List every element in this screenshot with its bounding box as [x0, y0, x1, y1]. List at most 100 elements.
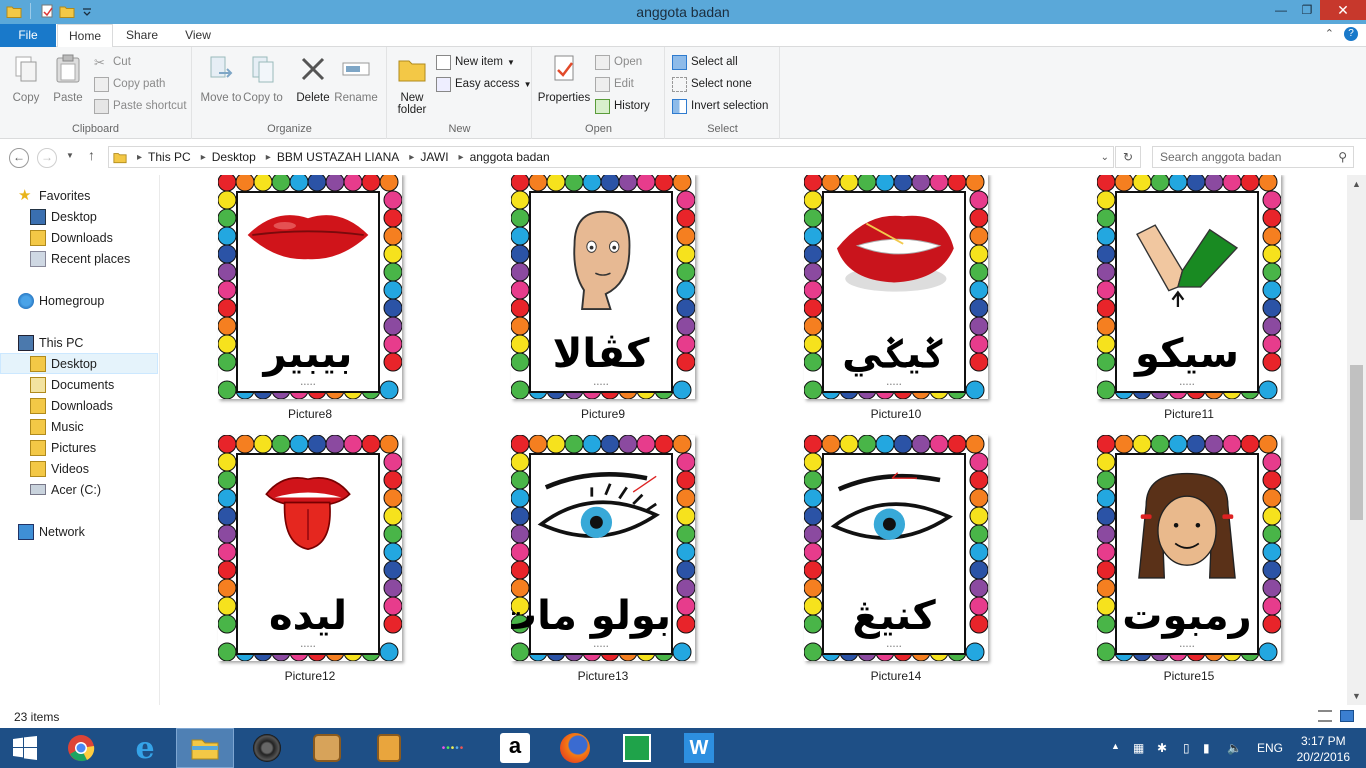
- file-tile[interactable]: ݢيݢي • • • • • Picture10: [796, 175, 996, 421]
- taskbar-firefox[interactable]: [546, 728, 604, 768]
- cut-button[interactable]: ✂ Cut: [94, 52, 131, 72]
- tab-share[interactable]: Share: [116, 24, 168, 47]
- details-view-icon[interactable]: [1318, 710, 1332, 722]
- nav-this-pc[interactable]: This PC: [18, 332, 176, 353]
- refresh-button[interactable]: ↻: [1115, 146, 1141, 168]
- nav-label: Music: [51, 419, 84, 434]
- large-icons-view-icon[interactable]: [1340, 710, 1354, 722]
- nav-network[interactable]: Network: [18, 521, 176, 542]
- breadcrumb-desktop[interactable]: Desktop: [212, 150, 256, 164]
- chevron-up-icon[interactable]: ⌃: [1325, 27, 1334, 41]
- scroll-thumb[interactable]: [1350, 365, 1363, 520]
- invert-selection-button[interactable]: Invert selection: [672, 96, 768, 116]
- file-name[interactable]: Picture11: [1089, 407, 1289, 421]
- paste-shortcut-button[interactable]: Paste shortcut: [94, 96, 187, 116]
- back-button[interactable]: ←: [9, 148, 29, 168]
- battery-icon[interactable]: ▯: [1183, 741, 1190, 755]
- vertical-scrollbar[interactable]: ▲ ▼: [1347, 175, 1366, 705]
- signal-icon[interactable]: ▮: [1203, 741, 1210, 755]
- picture-thumbnail[interactable]: سيکو • • • • •: [1097, 175, 1281, 399]
- copy-to-button[interactable]: Copy to: [241, 53, 285, 104]
- file-name[interactable]: Picture12: [210, 669, 410, 683]
- file-tile[interactable]: رمبوت • • • • • Picture15: [1089, 435, 1289, 683]
- nav-desktop[interactable]: Desktop: [0, 353, 158, 374]
- taskbar-app-dots[interactable]: •••••: [424, 728, 482, 768]
- start-button[interactable]: [0, 728, 50, 768]
- windows-tray-icon[interactable]: ▦: [1133, 741, 1144, 755]
- maximize-button[interactable]: ❐: [1294, 0, 1320, 20]
- search-icon[interactable]: ⚲: [1338, 150, 1347, 164]
- breadcrumb-bbm[interactable]: BBM USTAZAH LIANA: [277, 150, 399, 164]
- taskbar-app-notes[interactable]: [360, 728, 418, 768]
- file-name[interactable]: Picture9: [503, 407, 703, 421]
- volume-icon[interactable]: 🔈: [1227, 741, 1242, 755]
- breadcrumb-current[interactable]: anggota badan: [470, 150, 550, 164]
- file-tile[interactable]: سيکو • • • • • Picture11: [1089, 175, 1289, 421]
- tab-view[interactable]: View: [172, 24, 224, 47]
- picture-thumbnail[interactable]: كنيڠ • • • • •: [804, 435, 988, 661]
- taskbar-media-player[interactable]: [238, 728, 296, 768]
- history-button[interactable]: History: [595, 96, 650, 116]
- new-item-button[interactable]: New item ▼: [436, 52, 515, 72]
- new-folder-button[interactable]: New folder: [390, 53, 434, 116]
- search-input[interactable]: [1153, 147, 1323, 167]
- scroll-down-arrow[interactable]: ▼: [1347, 691, 1366, 701]
- file-name[interactable]: Picture13: [503, 669, 703, 683]
- file-name[interactable]: Picture15: [1089, 669, 1289, 683]
- tab-home[interactable]: Home: [57, 24, 113, 48]
- rename-button[interactable]: Rename: [333, 53, 379, 104]
- recent-locations-dropdown[interactable]: ▼: [66, 151, 74, 160]
- taskbar-chrome[interactable]: [52, 728, 110, 768]
- file-name[interactable]: Picture8: [210, 407, 410, 421]
- close-button[interactable]: ✕: [1320, 0, 1366, 20]
- move-to-button[interactable]: Move to: [199, 53, 243, 104]
- address-field[interactable]: ▸ This PC ▸ Desktop ▸ BBM USTAZAH LIANA …: [108, 146, 1114, 168]
- nav-homegroup[interactable]: Homegroup: [18, 290, 176, 311]
- taskbar-amazon[interactable]: a: [486, 728, 544, 768]
- properties-button[interactable]: Properties: [537, 53, 591, 104]
- select-all-icon: [672, 54, 687, 70]
- picture-thumbnail[interactable]: رمبوت • • • • •: [1097, 435, 1281, 661]
- picture-thumbnail[interactable]: بولو مات • • • • •: [511, 435, 695, 661]
- nav-favorites[interactable]: ★ Favorites: [18, 185, 176, 206]
- new-folder-label: New folder: [397, 92, 427, 116]
- taskbar-app-w[interactable]: W: [670, 728, 728, 768]
- taskbar-app-camera[interactable]: [298, 728, 356, 768]
- clock[interactable]: 3:17 PM 20/2/2016: [1297, 733, 1350, 765]
- breadcrumb-this-pc[interactable]: This PC: [148, 150, 191, 164]
- file-name[interactable]: Picture10: [796, 407, 996, 421]
- picture-thumbnail[interactable]: ليده • • • • •: [218, 435, 402, 661]
- file-tile[interactable]: ليده • • • • • Picture12: [210, 435, 410, 683]
- edit-button[interactable]: Edit: [595, 74, 634, 94]
- file-tile[interactable]: بولو مات • • • • • Picture13: [503, 435, 703, 683]
- file-tile[interactable]: كنيڠ • • • • • Picture14: [796, 435, 996, 683]
- bluetooth-icon[interactable]: ✱: [1157, 741, 1167, 755]
- minimize-button[interactable]: —: [1268, 0, 1294, 20]
- select-all-button[interactable]: Select all: [672, 52, 738, 72]
- picture-thumbnail[interactable]: ݢيݢي • • • • •: [804, 175, 988, 399]
- taskbar-ie[interactable]: e: [116, 728, 174, 768]
- breadcrumb-jawi[interactable]: JAWI: [420, 150, 448, 164]
- file-name[interactable]: Picture14: [796, 669, 996, 683]
- open-button[interactable]: Open: [595, 52, 642, 72]
- help-icon[interactable]: ?: [1344, 27, 1358, 41]
- paste-button[interactable]: Paste: [46, 53, 90, 104]
- show-hidden-icons[interactable]: ▲: [1111, 741, 1120, 751]
- language-indicator[interactable]: ENG: [1257, 741, 1283, 755]
- copy-button[interactable]: Copy: [4, 53, 48, 104]
- scroll-up-arrow[interactable]: ▲: [1347, 179, 1366, 189]
- delete-button[interactable]: Delete: [291, 53, 335, 104]
- copy-path-button[interactable]: Copy path: [94, 74, 165, 94]
- up-arrow-icon[interactable]: ↑: [88, 147, 95, 163]
- tab-file[interactable]: File: [0, 24, 56, 47]
- taskbar-file-explorer[interactable]: [176, 728, 234, 768]
- file-tile[interactable]: بيبير • • • • • Picture8: [210, 175, 410, 421]
- select-none-button[interactable]: Select none: [672, 74, 752, 94]
- forward-button[interactable]: →: [37, 148, 57, 168]
- picture-thumbnail[interactable]: كڤالا • • • • •: [511, 175, 695, 399]
- easy-access-button[interactable]: Easy access ▼: [436, 74, 531, 94]
- chevron-down-icon[interactable]: ⌄: [1101, 152, 1109, 163]
- taskbar-store[interactable]: [608, 728, 666, 768]
- file-tile[interactable]: كڤالا • • • • • Picture9: [503, 175, 703, 421]
- picture-thumbnail[interactable]: بيبير • • • • •: [218, 175, 402, 399]
